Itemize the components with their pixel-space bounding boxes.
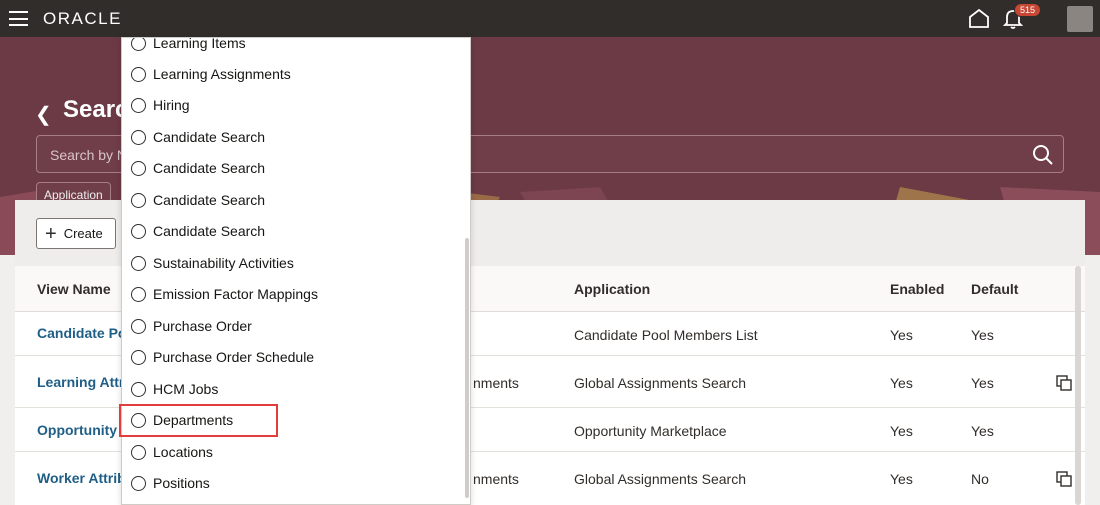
search-icon[interactable] [1032, 144, 1054, 166]
list-item-label: HCM Jobs [153, 381, 219, 397]
list-item-label: Candidate Search [153, 129, 266, 145]
enabled-cell: Yes [890, 423, 913, 439]
column-header-default[interactable]: Default [971, 281, 1018, 297]
view-description-cell: nments [473, 375, 519, 391]
home-icon[interactable] [968, 8, 990, 28]
radio-icon[interactable] [131, 381, 146, 397]
application-cell: Global Assignments Search [574, 471, 746, 487]
copy-icon[interactable] [1056, 375, 1072, 391]
default-cell: Yes [971, 375, 994, 391]
back-chevron-icon[interactable]: ❮ [35, 102, 52, 127]
default-cell: No [971, 471, 989, 487]
radio-icon[interactable] [131, 129, 146, 145]
radio-icon[interactable] [131, 318, 146, 334]
list-item-candidate-search[interactable]: Candidate Search [131, 156, 265, 180]
column-header-view-name[interactable]: View Name [37, 281, 111, 297]
list-item-candidate-search[interactable]: Candidate Search [131, 219, 265, 243]
enabled-cell: Yes [890, 471, 913, 487]
radio-icon[interactable] [131, 349, 146, 365]
default-cell: Yes [971, 327, 994, 343]
view-name-link[interactable]: Learning Attri [37, 374, 128, 390]
column-header-application[interactable]: Application [574, 281, 650, 297]
top-bar: ORACLE 515 [0, 0, 1100, 37]
enabled-cell: Yes [890, 327, 913, 343]
list-item-label: Purchase Order Schedule [153, 349, 315, 365]
view-description-cell: nments [473, 471, 519, 487]
oracle-logo: ORACLE [43, 9, 122, 28]
application-cell: Opportunity Marketplace [574, 423, 727, 439]
list-item-learning-assignments[interactable]: Learning Assignments [131, 62, 291, 86]
list-item-label: Candidate Search [153, 223, 266, 239]
list-item-label: Hiring [153, 97, 190, 113]
table-scrollbar[interactable] [1075, 266, 1081, 505]
list-item-hcm-jobs[interactable]: HCM Jobs [131, 377, 218, 401]
list-item-label: Positions [153, 475, 210, 491]
view-name-link[interactable]: Opportunity [37, 422, 117, 438]
list-item-positions[interactable]: Positions [131, 471, 210, 495]
radio-icon[interactable] [131, 97, 146, 113]
list-item-hiring[interactable]: Hiring [131, 93, 190, 117]
list-item-label: Learning Items [153, 37, 246, 51]
radio-icon[interactable] [131, 286, 146, 302]
radio-icon[interactable] [131, 66, 146, 82]
application-cell: Global Assignments Search [574, 375, 746, 391]
list-item-label: Locations [153, 444, 213, 460]
list-item-purchase-order-schedule[interactable]: Purchase Order Schedule [131, 345, 314, 369]
list-item-label: Learning Assignments [153, 66, 291, 82]
column-header-enabled[interactable]: Enabled [890, 281, 944, 297]
default-cell: Yes [971, 423, 994, 439]
list-item-locations[interactable]: Locations [131, 440, 213, 464]
dropdown-scrollbar[interactable] [465, 238, 469, 498]
user-avatar[interactable] [1067, 6, 1093, 32]
list-item-label: Purchase Order [153, 318, 252, 334]
menu-icon[interactable] [9, 11, 28, 26]
departments-highlight-box [119, 404, 278, 437]
plus-icon: + [45, 222, 57, 245]
list-item-label: Sustainability Activities [153, 255, 294, 271]
radio-icon[interactable] [131, 192, 146, 208]
list-item-label: Candidate Search [153, 160, 266, 176]
enabled-cell: Yes [890, 375, 913, 391]
list-item-candidate-search[interactable]: Candidate Search [131, 188, 265, 212]
radio-icon[interactable] [131, 255, 146, 271]
radio-icon[interactable] [131, 475, 146, 491]
list-item-label: Emission Factor Mappings [153, 286, 318, 302]
list-item-emission-factor-mappings[interactable]: Emission Factor Mappings [131, 282, 318, 306]
list-item-candidate-search[interactable]: Candidate Search [131, 125, 265, 149]
list-item-label: Candidate Search [153, 192, 266, 208]
list-item-learning-items[interactable]: Learning Items [131, 37, 246, 55]
radio-icon[interactable] [131, 444, 146, 460]
list-item-purchase-order[interactable]: Purchase Order [131, 314, 252, 338]
view-name-link[interactable]: Candidate Po [37, 325, 126, 341]
application-cell: Candidate Pool Members List [574, 327, 758, 343]
radio-icon[interactable] [131, 160, 146, 176]
notification-badge: 515 [1014, 3, 1042, 17]
create-button-label: Create [63, 226, 103, 241]
view-name-link[interactable]: Worker Attrib [37, 470, 126, 486]
create-button[interactable]: + Create [36, 218, 116, 249]
radio-icon[interactable] [131, 38, 146, 51]
radio-icon[interactable] [131, 223, 146, 239]
list-item-sustainability-activities[interactable]: Sustainability Activities [131, 251, 294, 275]
copy-icon[interactable] [1056, 471, 1072, 487]
